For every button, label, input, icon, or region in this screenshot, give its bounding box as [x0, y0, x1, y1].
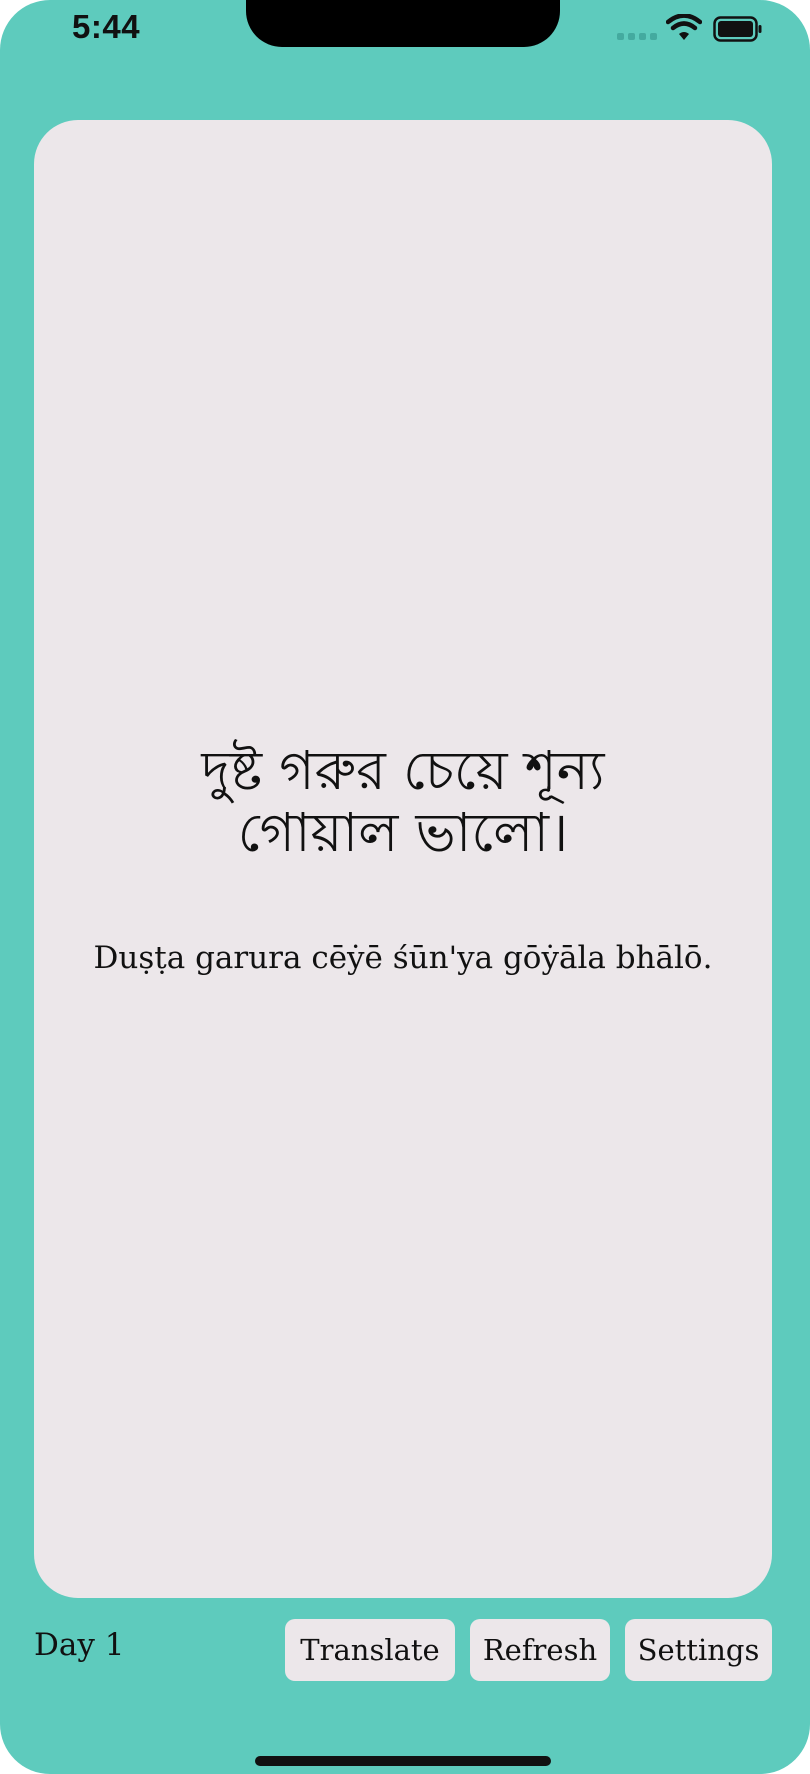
day-counter: Day 1	[34, 1627, 125, 1663]
proverb-transliteration: Duṣṭa garura cēẏē śūn'ya gōẏāla bhālō.	[93, 940, 713, 976]
app-screen: 5:44 দুষ্ট গরুর চেয়ে শূন্য গোয়াল ভালো।…	[0, 0, 810, 1774]
wifi-icon	[666, 14, 702, 40]
translate-button[interactable]: Translate	[285, 1619, 455, 1681]
cellular-signal-icon	[617, 33, 657, 40]
battery-icon	[713, 16, 762, 42]
device-notch	[246, 0, 560, 47]
status-time: 5:44	[72, 8, 141, 45]
home-indicator[interactable]	[255, 1756, 551, 1766]
settings-button[interactable]: Settings	[625, 1619, 772, 1681]
refresh-button[interactable]: Refresh	[470, 1619, 610, 1681]
proverb-bengali-text: দুষ্ট গরুর চেয়ে শূন্য গোয়াল ভালো।	[201, 739, 605, 864]
proverb-card: দুষ্ট গরুর চেয়ে শূন্য গোয়াল ভালো। Duṣṭ…	[34, 120, 772, 1598]
